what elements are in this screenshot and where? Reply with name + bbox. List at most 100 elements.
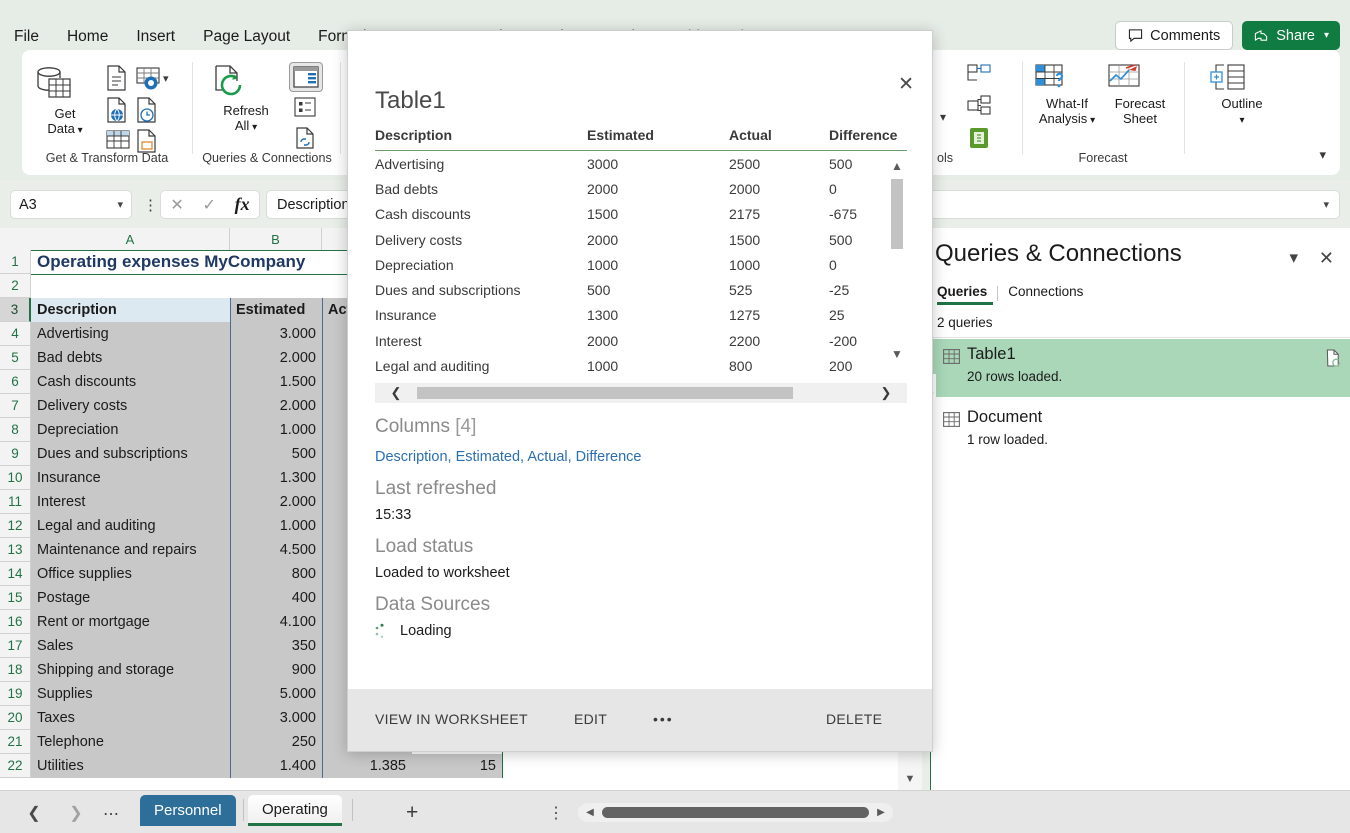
row-header-17[interactable]: 17 <box>0 634 31 658</box>
chevron-down-icon[interactable]: ▾ <box>163 72 169 85</box>
sheet-prev-icon[interactable]: ❮ <box>22 802 46 824</box>
cell-B19[interactable]: 5.000 <box>230 682 322 706</box>
row-header-18[interactable]: 18 <box>0 658 31 682</box>
cell-C22[interactable]: 1.385 <box>322 754 412 778</box>
row-header-6[interactable]: 6 <box>0 370 31 394</box>
from-table-range-button[interactable] <box>104 128 132 152</box>
cell-B11[interactable]: 2.000 <box>230 490 322 514</box>
comments-button[interactable]: Comments <box>1115 21 1234 50</box>
cell-A5[interactable]: Bad debts <box>31 346 230 370</box>
name-box-options-icon[interactable]: ⋮ <box>143 196 158 214</box>
from-text-csv-button[interactable] <box>104 64 130 92</box>
cell-B10[interactable]: 1.300 <box>230 466 322 490</box>
relationships-icon[interactable] <box>966 62 992 84</box>
row-header-11[interactable]: 11 <box>0 490 31 514</box>
chevron-down-icon[interactable]: ▾ <box>117 198 123 211</box>
query-item-document[interactable]: Document 1 row loaded. <box>931 402 1350 460</box>
cell-B9[interactable]: 500 <box>230 442 322 466</box>
cell-A22[interactable]: Utilities <box>31 754 230 778</box>
scroll-down-icon[interactable]: ▼ <box>898 768 922 790</box>
insert-function-icon[interactable]: fx <box>235 194 250 215</box>
cell-A6[interactable]: Cash discounts <box>31 370 230 394</box>
recent-sources-button[interactable] <box>134 96 160 124</box>
from-web-button[interactable] <box>104 96 130 124</box>
view-in-worksheet-action[interactable]: VIEW IN WORKSHEET <box>375 711 528 727</box>
cell-B21[interactable]: 250 <box>230 730 322 754</box>
refresh-query-icon[interactable] <box>1325 349 1342 367</box>
get-data-button[interactable]: Get Data ▾ <box>32 64 98 138</box>
cell-A4[interactable]: Advertising <box>31 322 230 346</box>
chevron-down-icon[interactable]: ▾ <box>1289 248 1298 268</box>
name-box[interactable]: A3 ▾ <box>10 190 132 219</box>
row-header-15[interactable]: 15 <box>0 586 31 610</box>
peek-table-horizontal-scrollbar[interactable]: ❮ ❯ <box>375 383 907 403</box>
ribbon-tab-insert[interactable]: Insert <box>122 26 189 48</box>
cell-B7[interactable]: 2.000 <box>230 394 322 418</box>
scroll-up-icon[interactable]: ▲ <box>887 157 907 175</box>
row-header-2[interactable]: 2 <box>0 274 31 298</box>
scroll-left-icon[interactable]: ◀ <box>578 807 602 818</box>
tab-connections[interactable]: Connections <box>1008 284 1093 305</box>
sheet-next-icon[interactable]: ❯ <box>64 802 88 824</box>
cell-A9[interactable]: Dues and subscriptions <box>31 442 230 466</box>
cell-header-A[interactable]: Description <box>31 298 230 322</box>
share-button[interactable]: Share ▾ <box>1242 21 1340 50</box>
cell-B12[interactable]: 1.000 <box>230 514 322 538</box>
horizontal-scrollbar[interactable]: ◀ ▶ <box>578 803 893 822</box>
cell-B6[interactable]: 1.500 <box>230 370 322 394</box>
query-item-table1[interactable]: Table1 20 rows loaded. <box>931 339 1350 397</box>
cell-B8[interactable]: 1.000 <box>230 418 322 442</box>
row-header-22[interactable]: 22 <box>0 754 31 778</box>
row-header-13[interactable]: 13 <box>0 538 31 562</box>
outline-button[interactable]: Outline ▾ <box>1206 62 1278 128</box>
ribbon-tab-page-layout[interactable]: Page Layout <box>189 26 304 48</box>
columns-list[interactable]: Description, Estimated, Actual, Differen… <box>375 449 642 465</box>
queries-and-connections-toggle[interactable] <box>289 62 323 92</box>
cell-D22[interactable]: 15 <box>412 754 502 778</box>
cell-A10[interactable]: Insurance <box>31 466 230 490</box>
edit-links-button[interactable] <box>293 126 317 150</box>
cell-A16[interactable]: Rent or mortgage <box>31 610 230 634</box>
row-header-1[interactable]: 1 <box>0 250 31 274</box>
add-sheet-button[interactable]: + <box>406 801 418 825</box>
row-header-5[interactable]: 5 <box>0 346 31 370</box>
cell-B16[interactable]: 4.100 <box>230 610 322 634</box>
cell-A19[interactable]: Supplies <box>31 682 230 706</box>
cell-A20[interactable]: Taxes <box>31 706 230 730</box>
peek-hscroll-track[interactable] <box>417 387 865 399</box>
column-header-b[interactable]: B <box>230 228 322 250</box>
tab-queries[interactable]: Queries <box>937 284 997 305</box>
sheet-tab-operating[interactable]: Operating <box>248 795 342 826</box>
cell-B18[interactable]: 900 <box>230 658 322 682</box>
peek-table-vertical-scrollbar[interactable]: ▲ ▼ <box>887 157 907 364</box>
row-header-7[interactable]: 7 <box>0 394 31 418</box>
cell-A8[interactable]: Depreciation <box>31 418 230 442</box>
cell-A12[interactable]: Legal and auditing <box>31 514 230 538</box>
peek-hscroll-thumb[interactable] <box>417 387 793 399</box>
column-header-a[interactable]: A <box>31 228 230 250</box>
expand-formula-bar-icon[interactable]: ▾ <box>1323 198 1329 211</box>
cell-A21[interactable]: Telephone <box>31 730 230 754</box>
row-header-20[interactable]: 20 <box>0 706 31 730</box>
ribbon-collapse-chevron-icon[interactable]: ▾ <box>1319 147 1326 163</box>
cell-B4[interactable]: 3.000 <box>230 322 322 346</box>
what-if-analysis-button[interactable]: What-If Analysis ▾ <box>1030 62 1104 128</box>
cell-A15[interactable]: Postage <box>31 586 230 610</box>
cell-B22[interactable]: 1.400 <box>230 754 322 778</box>
cell-header-B[interactable]: Estimated <box>230 298 322 322</box>
more-actions-icon[interactable]: ••• <box>653 711 674 727</box>
cell-A14[interactable]: Office supplies <box>31 562 230 586</box>
cell-A13[interactable]: Maintenance and repairs <box>31 538 230 562</box>
confirm-icon[interactable]: ✓ <box>202 195 215 215</box>
row-header-4[interactable]: 4 <box>0 322 31 346</box>
forecast-sheet-button[interactable]: Forecast Sheet <box>1104 62 1176 126</box>
scroll-right-icon[interactable]: ❯ <box>865 385 907 401</box>
cell-B13[interactable]: 4.500 <box>230 538 322 562</box>
chevron-down-icon-tools[interactable]: ▾ <box>940 110 946 124</box>
peek-scroll-thumb[interactable] <box>891 179 903 249</box>
scroll-right-icon[interactable]: ▶ <box>869 807 893 818</box>
row-header-3[interactable]: 3 <box>0 298 31 322</box>
row-header-14[interactable]: 14 <box>0 562 31 586</box>
manage-data-model-icon[interactable] <box>966 94 992 118</box>
data-analysis-icon[interactable] <box>966 126 992 150</box>
